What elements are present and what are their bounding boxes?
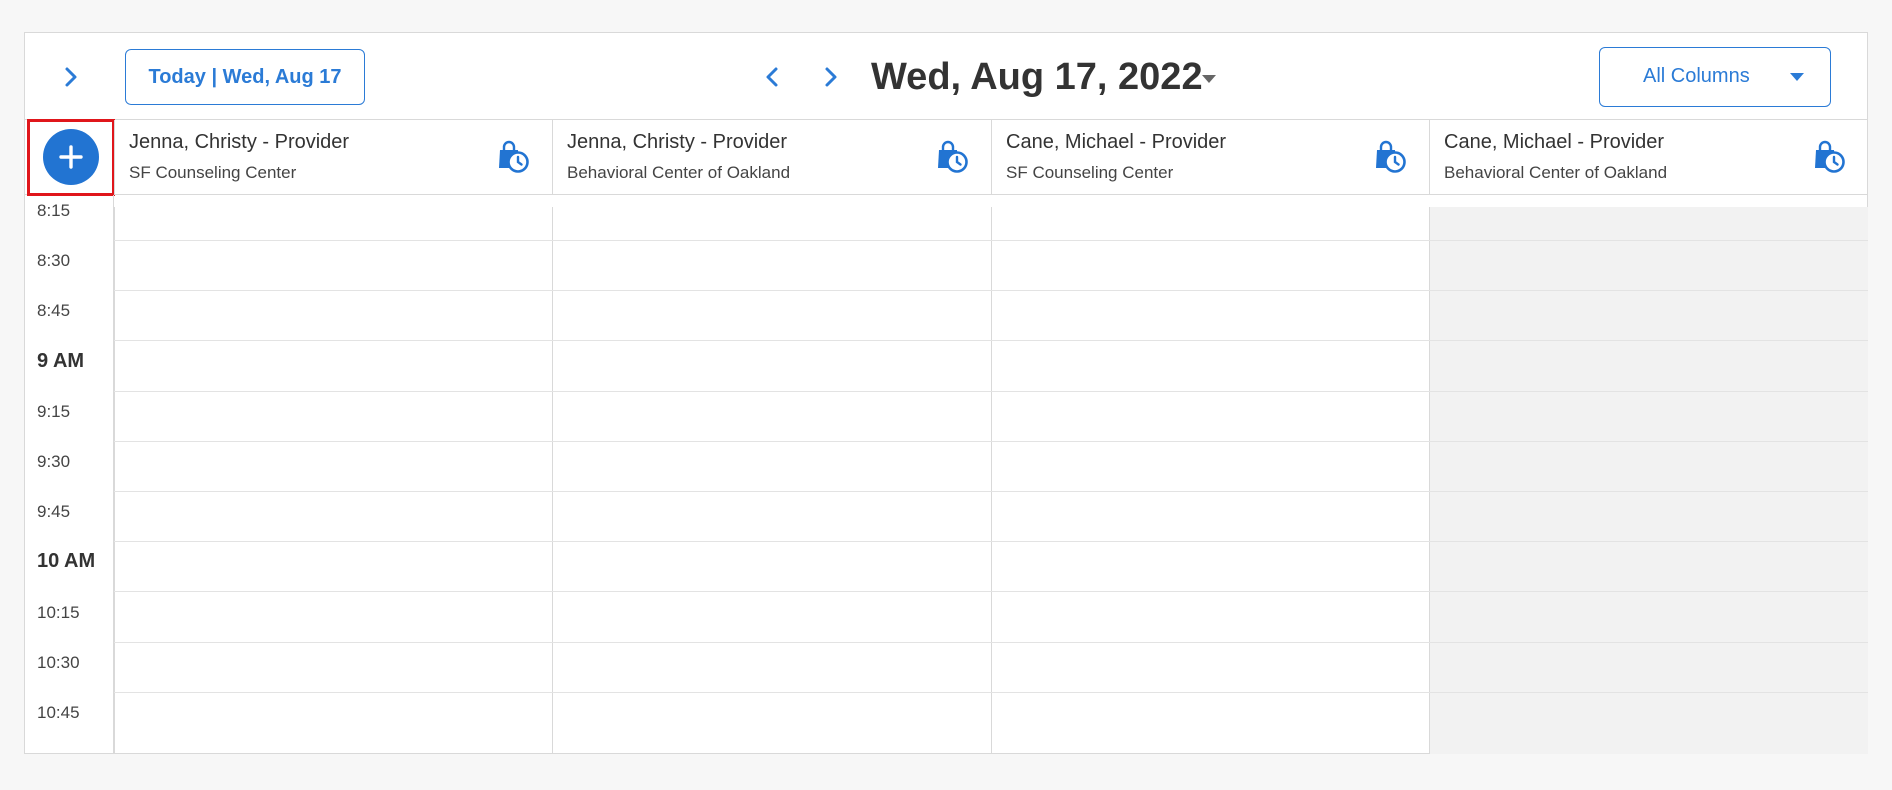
time-label: 9:45	[37, 502, 71, 522]
date-picker-toggle[interactable]	[1197, 67, 1221, 91]
day-column[interactable]	[114, 207, 552, 754]
provider-location: SF Counseling Center	[129, 163, 297, 182]
time-column: 8:15 8:30 8:45 9 AM 9:15 9:30 9:45 10 AM 10:15 10…	[25, 195, 114, 754]
slot-divider	[114, 440, 1868, 442]
schedule-grid: 8:15 8:30 8:45 9 AM 9:15 9:30 9:45 10 AM 10:15 10…	[25, 195, 1868, 754]
availability-clock-icon[interactable]	[1810, 138, 1846, 174]
slot-divider	[114, 491, 1868, 492]
time-label: 9:30	[37, 452, 71, 471]
slot-divider	[114, 340, 1868, 342]
day-column[interactable]	[991, 207, 1429, 754]
columns-filter-select[interactable]: All Columns	[1599, 47, 1831, 107]
columns-filter-value: All Columns	[1643, 65, 1750, 87]
next-day-button[interactable]	[815, 61, 847, 93]
column-header: Jenna, Christy - Provider Behavioral Cent…	[552, 120, 991, 195]
today-button[interactable]: Today | Wed, Aug 17	[125, 49, 365, 105]
provider-name: Jenna, Christy - Provider	[567, 131, 788, 153]
add-button-highlight	[27, 119, 115, 196]
availability-clock-icon[interactable]	[933, 138, 969, 174]
time-label: 8:45	[37, 301, 71, 321]
caret-down-icon	[1202, 75, 1216, 83]
column-header: Cane, Michael - Provider Behavioral Cente…	[1429, 120, 1868, 195]
time-label: 9:15	[37, 401, 71, 421]
slot-divider	[114, 240, 1868, 241]
slot-divider	[114, 290, 1868, 292]
plus-icon	[59, 145, 83, 169]
previous-day-button[interactable]	[756, 61, 788, 93]
slot-divider	[114, 591, 1868, 593]
availability-clock-icon[interactable]	[494, 138, 530, 174]
provider-location: SF Counseling Center	[1006, 163, 1174, 182]
chevron-left-icon	[766, 67, 778, 87]
provider-name: Cane, Michael - Provider	[1444, 131, 1665, 153]
hour-label: 10 AM	[37, 550, 96, 573]
provider-name: Jenna, Christy - Provider	[129, 131, 350, 153]
date-title[interactable]: Wed, Aug 17, 2022	[871, 47, 1203, 107]
slot-divider	[114, 691, 1868, 693]
calendar-toolbar: Today | Wed, Aug 17 Wed, Aug 17, 2022 Al…	[25, 33, 1867, 120]
availability-clock-icon[interactable]	[1371, 138, 1407, 174]
provider-location: Behavioral Center of Oakland	[567, 163, 791, 182]
add-appointment-button[interactable]	[43, 129, 99, 185]
time-label: 8:15	[37, 201, 71, 220]
time-label: 10:45	[37, 703, 80, 722]
expand-sidebar-button[interactable]	[55, 61, 87, 93]
time-label: 10:15	[37, 602, 80, 622]
slot-divider	[114, 541, 1868, 543]
time-label: 8:30	[37, 251, 71, 271]
chevron-right-icon	[825, 67, 837, 87]
caret-down-icon	[1790, 73, 1804, 81]
calendar-panel: Today | Wed, Aug 17 Wed, Aug 17, 2022 Al…	[24, 32, 1868, 754]
time-label: 10:30	[37, 652, 80, 672]
slot-divider	[114, 390, 1868, 392]
column-header: Jenna, Christy - Provider SF Counseling C…	[114, 120, 552, 195]
slot-divider	[114, 641, 1868, 643]
provider-location: Behavioral Center of Oakland	[1444, 163, 1668, 182]
column-header: Cane, Michael - Provider SF Counseling Ce…	[991, 120, 1429, 195]
chevron-right-icon	[65, 67, 77, 87]
day-column[interactable]	[1429, 207, 1868, 754]
hour-label: 9 AM	[37, 349, 85, 372]
day-column[interactable]	[552, 207, 991, 754]
provider-name: Cane, Michael - Provider	[1006, 131, 1227, 153]
column-header-row: Jenna, Christy - Provider SF Counseling C…	[25, 119, 1868, 196]
